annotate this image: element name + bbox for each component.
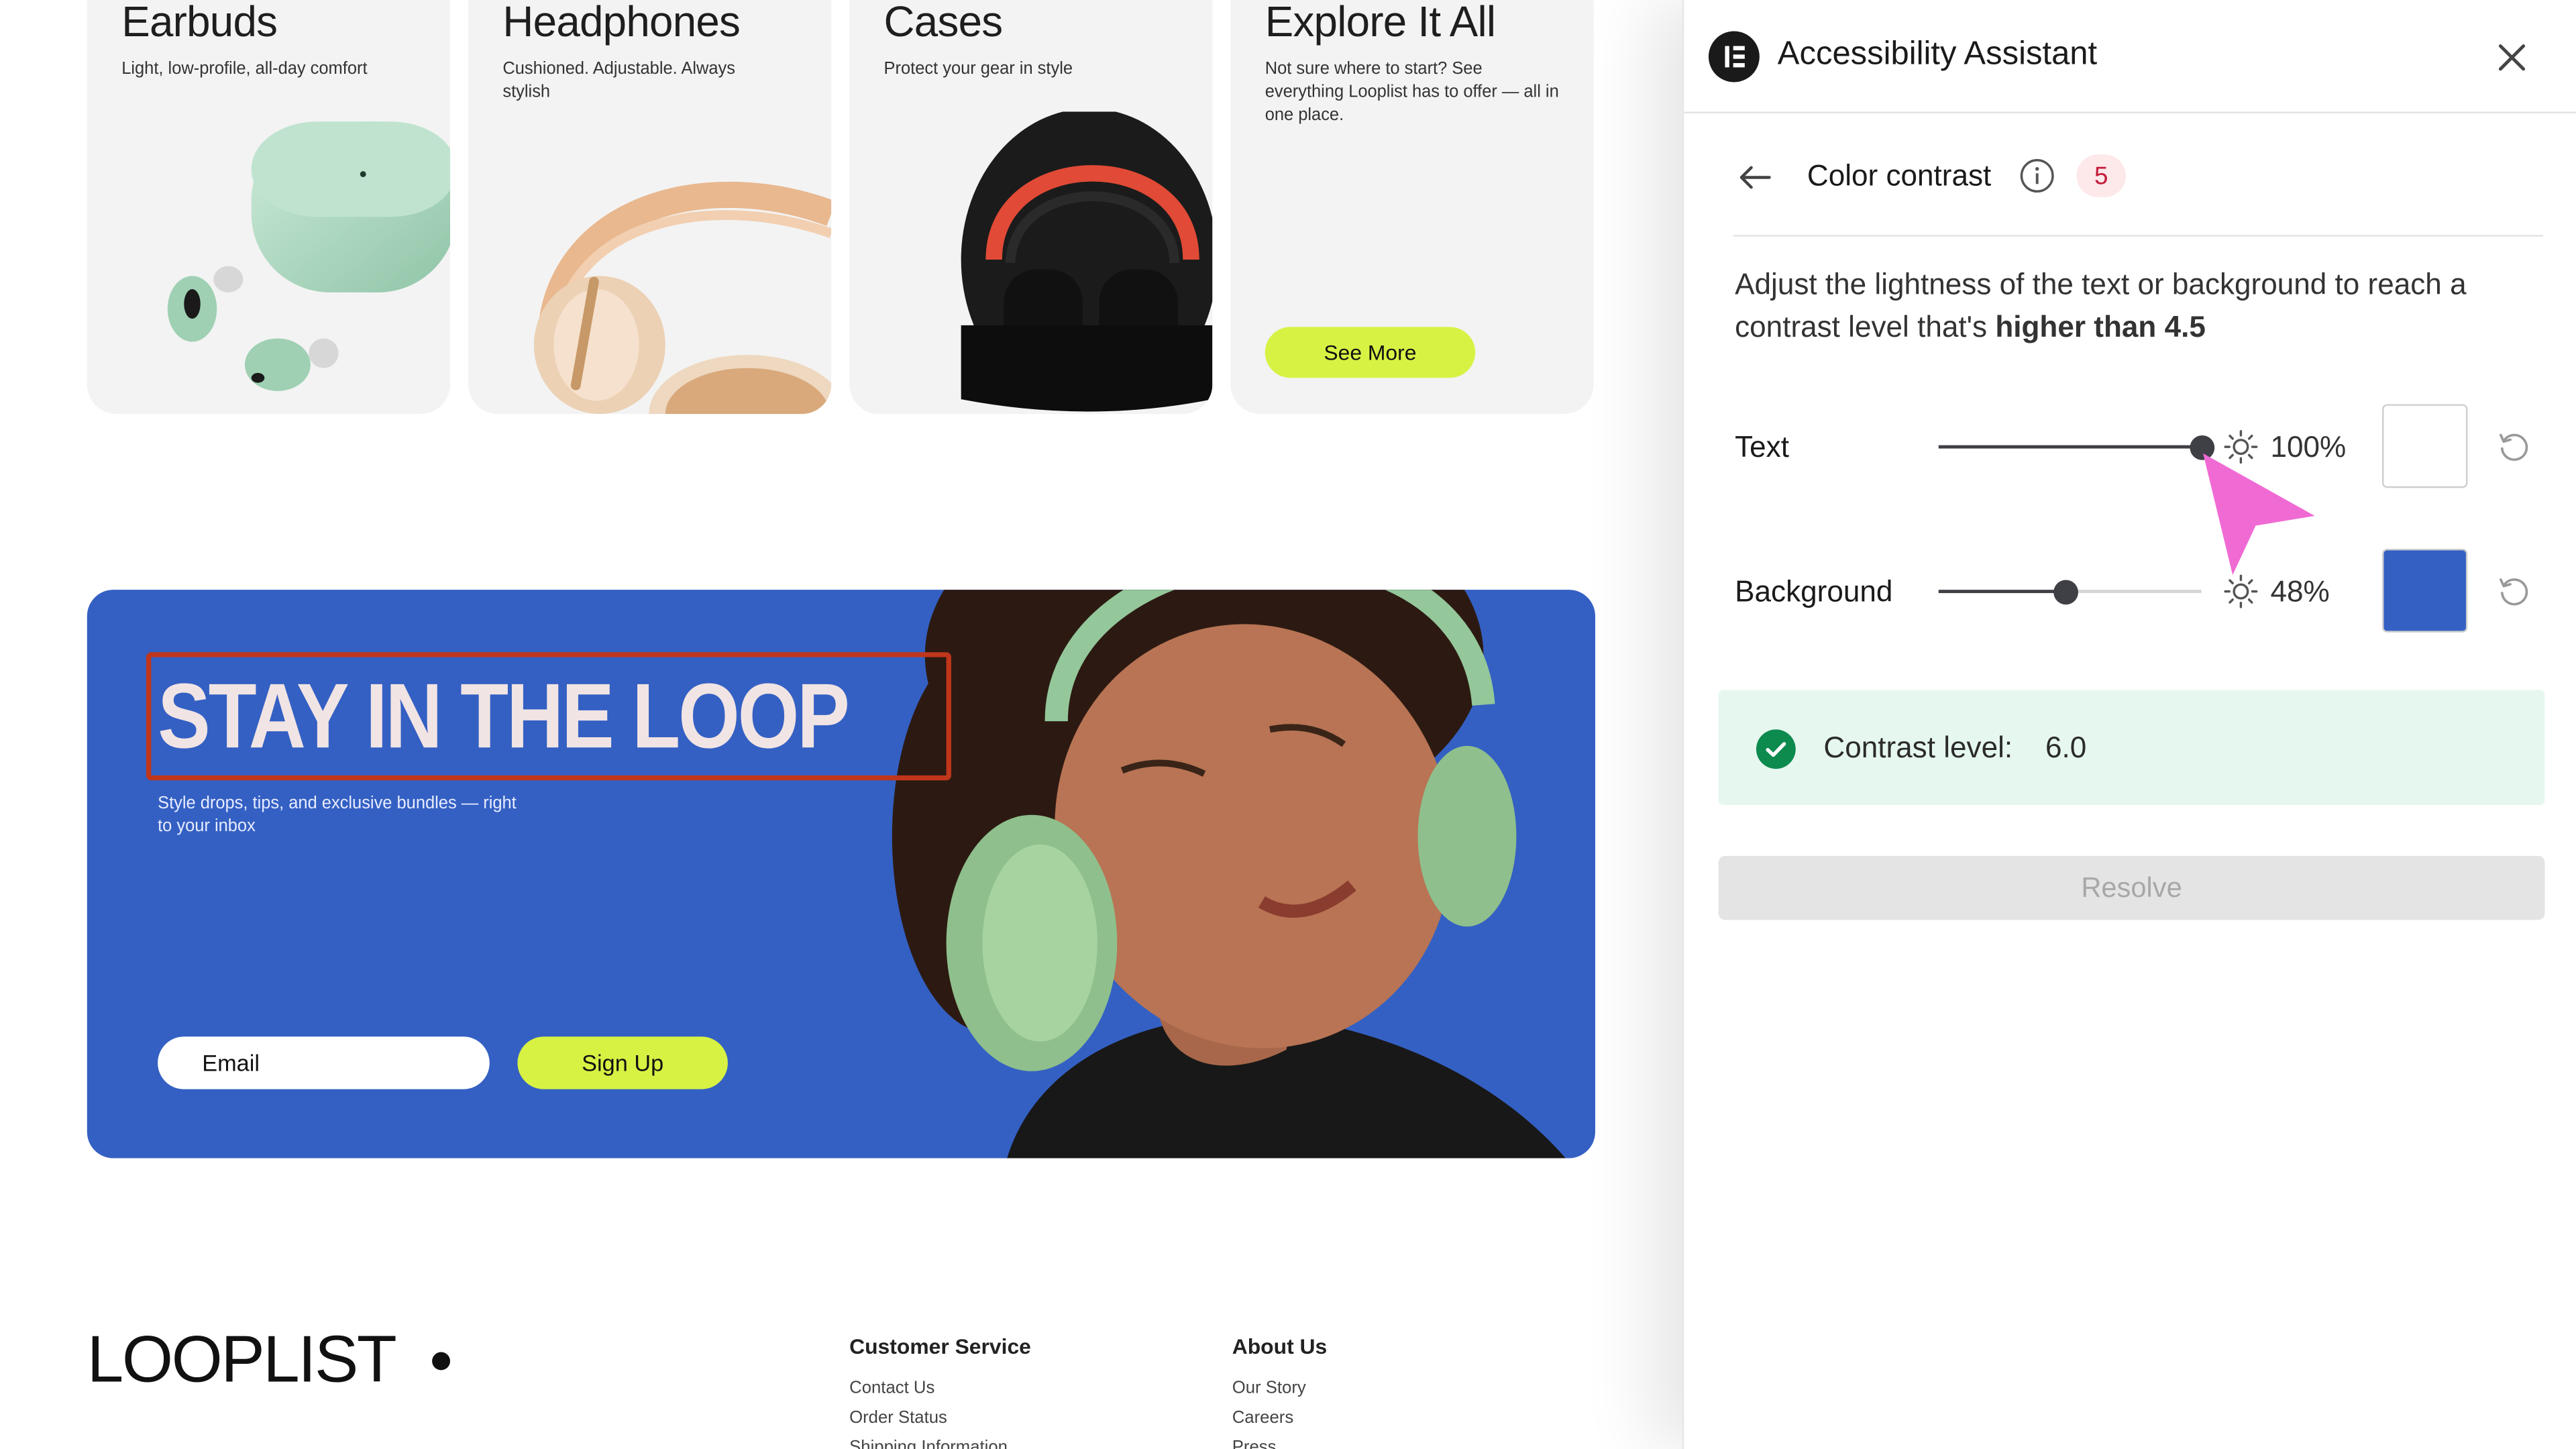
slider-fill bbox=[1938, 590, 2065, 594]
background-lightness-slider[interactable] bbox=[1938, 579, 2202, 604]
instructions-text: Adjust the lightness of the text or back… bbox=[1735, 263, 2524, 348]
back-arrow-icon[interactable] bbox=[1735, 158, 1774, 197]
product-subtitle: Not sure where to start? See everything … bbox=[1265, 60, 1559, 125]
product-title: Explore It All bbox=[1265, 0, 1496, 46]
footer-column-about-us: About Us Our Story Careers Press bbox=[1232, 1334, 1328, 1449]
newsletter-banner: STAY IN THE LOOP Style drops, tips, and … bbox=[87, 590, 1595, 1159]
slider-thumb[interactable] bbox=[2053, 579, 2078, 604]
footer-link-press[interactable]: Press bbox=[1232, 1433, 1328, 1449]
case-image bbox=[961, 111, 1213, 412]
instructions-threshold: higher than 4.5 bbox=[1995, 310, 2206, 343]
product-subtitle: Cushioned. Adjustable. Always stylish bbox=[502, 60, 735, 102]
footer-link-careers[interactable]: Careers bbox=[1232, 1403, 1328, 1432]
close-icon[interactable] bbox=[2494, 40, 2530, 76]
footer-link-order-status[interactable]: Order Status bbox=[849, 1403, 1031, 1432]
product-subtitle: Protect your gear in style bbox=[883, 60, 1073, 79]
mouse-pointer-icon bbox=[2203, 453, 2315, 576]
footer-column-customer-service: Customer Service Contact Us Order Status… bbox=[849, 1334, 1031, 1449]
see-more-button[interactable]: See More bbox=[1265, 327, 1476, 378]
footer-column-title: About Us bbox=[1232, 1334, 1328, 1359]
email-input[interactable] bbox=[158, 1036, 490, 1089]
text-control-label: Text bbox=[1735, 430, 1789, 464]
elementor-logo-icon bbox=[1708, 31, 1760, 83]
screen: Earbuds Light, low-profile, all-day comf… bbox=[0, 0, 2576, 1449]
footer-link-shipping[interactable]: Shipping Information bbox=[849, 1433, 1031, 1449]
newsletter-subtext: Style drops, tips, and exclusive bundles… bbox=[158, 795, 517, 837]
contrast-level-value: 6.0 bbox=[2045, 731, 2087, 764]
text-color-swatch[interactable] bbox=[2382, 404, 2468, 488]
newsletter-headline: STAY IN THE LOOP bbox=[158, 663, 850, 767]
background-color-swatch[interactable] bbox=[2382, 548, 2468, 633]
reset-icon[interactable] bbox=[2496, 574, 2532, 610]
resolve-button[interactable]: Resolve bbox=[1718, 855, 2545, 920]
product-card-headphones[interactable]: Headphones Cushioned. Adjustable. Always… bbox=[468, 0, 832, 415]
looplist-logo: LOOPLIST bbox=[87, 1324, 397, 1397]
slider-fill bbox=[1938, 445, 2202, 449]
contrast-result: Contrast level: 6.0 bbox=[1718, 690, 2545, 806]
footer-link-contact[interactable]: Contact Us bbox=[849, 1373, 1031, 1403]
headphones-image bbox=[533, 181, 832, 415]
sign-up-button[interactable]: Sign Up bbox=[517, 1036, 728, 1089]
check-icon bbox=[1756, 729, 1796, 769]
logo-dot bbox=[432, 1352, 451, 1371]
divider bbox=[1733, 235, 2544, 237]
issue-count-badge: 5 bbox=[2076, 154, 2126, 197]
footer-link-our-story[interactable]: Our Story bbox=[1232, 1373, 1328, 1403]
product-title: Cases bbox=[883, 0, 1004, 46]
background-control-label: Background bbox=[1735, 575, 1893, 608]
contrast-level-label: Contrast level: bbox=[1823, 731, 2013, 764]
section-title: Color contrast bbox=[1807, 159, 1992, 193]
product-title: Earbuds bbox=[121, 0, 278, 46]
footer-column-title: Customer Service bbox=[849, 1334, 1031, 1359]
earbuds-image bbox=[167, 121, 451, 391]
text-lightness-slider[interactable] bbox=[1938, 434, 2214, 460]
reset-icon[interactable] bbox=[2496, 429, 2532, 465]
panel-header: Accessibility Assistant bbox=[1684, 0, 2576, 113]
info-icon[interactable] bbox=[2019, 158, 2055, 194]
product-subtitle: Light, low-profile, all-day comfort bbox=[121, 60, 368, 79]
accessibility-assistant-panel: Accessibility Assistant Color contrast 5… bbox=[1682, 0, 2576, 1449]
product-card-explore[interactable]: Explore It All Not sure where to start? … bbox=[1230, 0, 1594, 415]
panel-title: Accessibility Assistant bbox=[1777, 36, 2098, 72]
product-card-cases[interactable]: Cases Protect your gear in style bbox=[849, 0, 1213, 415]
product-title: Headphones bbox=[502, 0, 741, 46]
product-card-earbuds[interactable]: Earbuds Light, low-profile, all-day comf… bbox=[87, 0, 451, 415]
